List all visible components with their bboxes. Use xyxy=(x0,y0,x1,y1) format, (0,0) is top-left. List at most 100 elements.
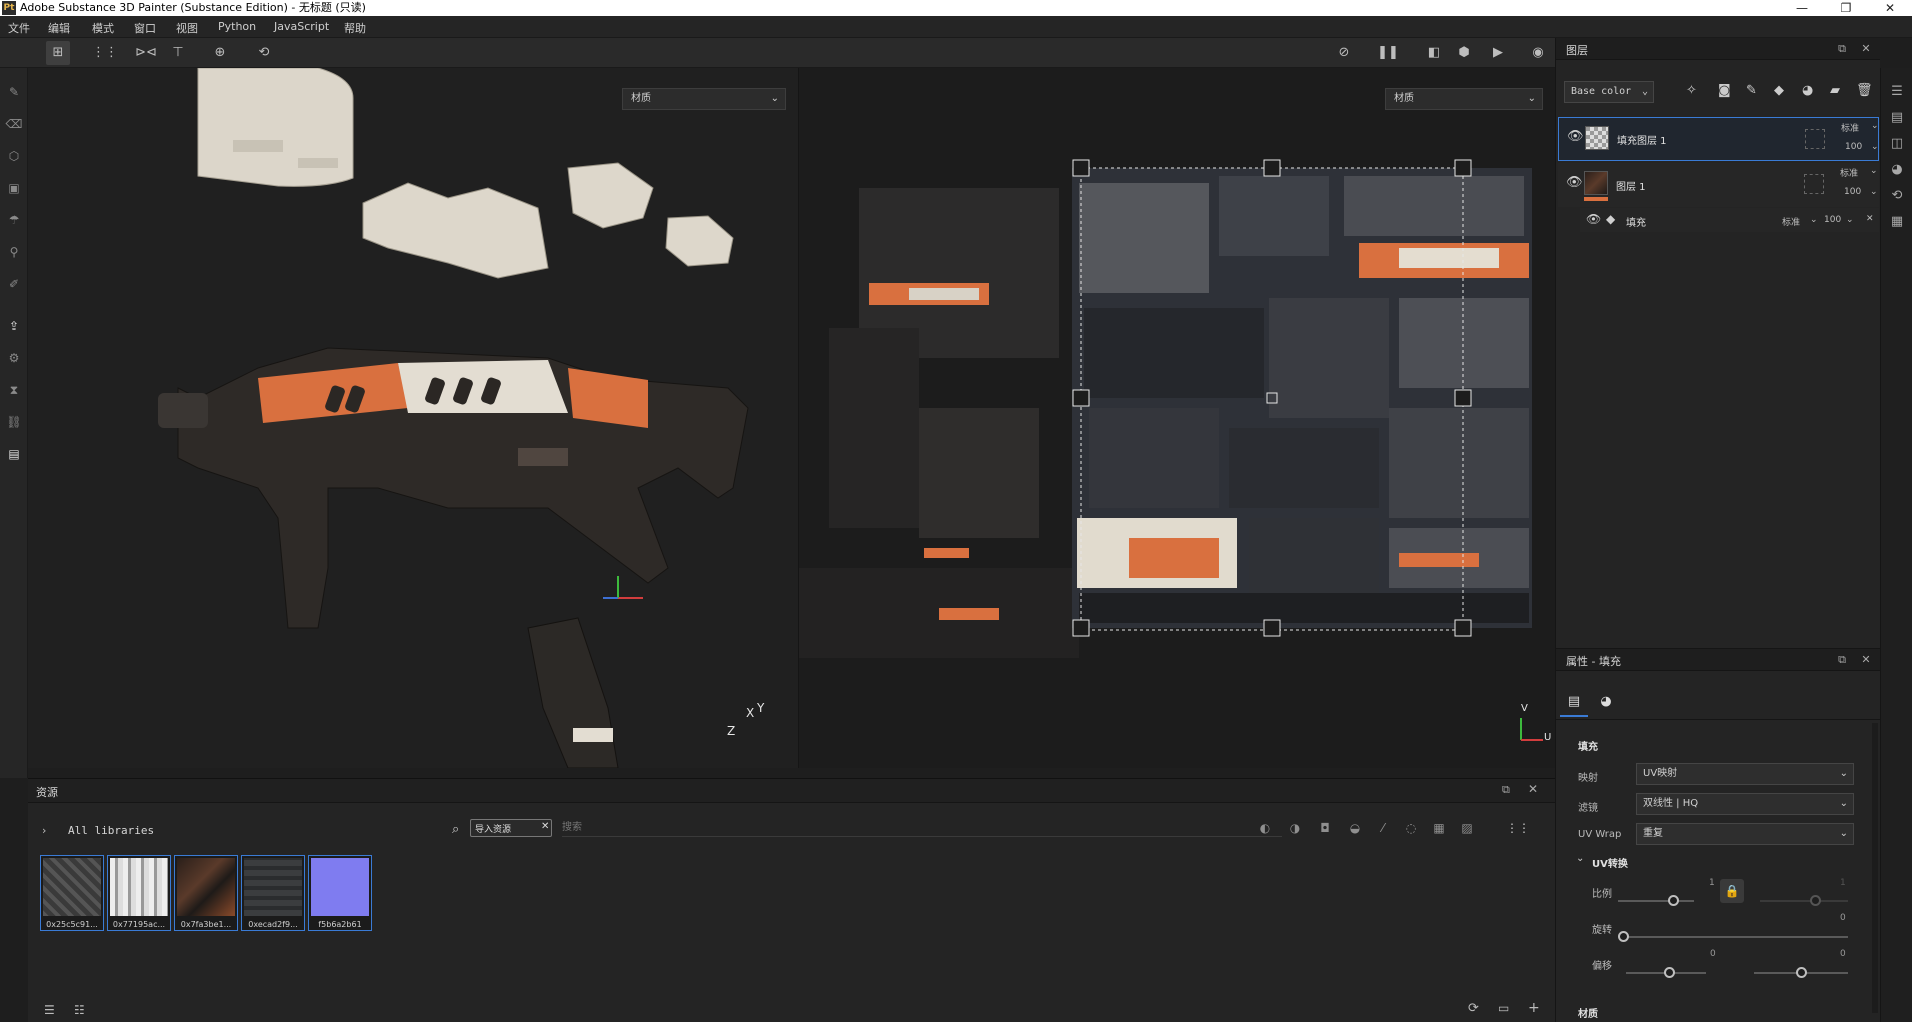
2d-uv-viewport[interactable]: 材质 ⌄ V U xyxy=(798,68,1555,768)
add-fill-layer-icon[interactable]: ◆ xyxy=(1774,83,1784,98)
scale-slider-2-track[interactable] xyxy=(1760,900,1848,902)
asset-tile[interactable]: 0xecad2f9... xyxy=(241,855,305,931)
asset-search-input[interactable] xyxy=(562,819,1282,837)
bake-export-icon[interactable]: ⇪ xyxy=(4,316,24,336)
grid-tiles-icon[interactable]: ⋮⋮ xyxy=(92,41,118,65)
close-panel-icon[interactable]: ✕ xyxy=(1858,41,1874,57)
new-folder-icon[interactable]: ▭ xyxy=(1498,1001,1509,1015)
screenshot-camera-icon[interactable]: ◉ xyxy=(1526,41,1550,65)
texture-filter-icon[interactable]: ▦ xyxy=(1430,819,1448,837)
layer-name[interactable]: 图层 1 xyxy=(1616,178,1646,193)
clone-stamp-icon[interactable]: ⚲ xyxy=(4,242,24,262)
menu-edit[interactable]: 编辑 xyxy=(48,20,70,36)
layer-row-fill-1[interactable]: 👁 填充图层 1 标准 ⌄ 100 ⌄ xyxy=(1558,117,1879,161)
offset-v-value[interactable]: 0 xyxy=(1840,949,1846,959)
grid-view-icon[interactable]: ⋮⋮ xyxy=(1506,819,1530,837)
menu-view[interactable]: 视图 xyxy=(176,20,198,36)
tree-view-icon[interactable]: ☷ xyxy=(74,1003,85,1017)
settings-gear-icon[interactable]: ⚙ xyxy=(4,348,24,368)
pause-icon[interactable]: ❚❚ xyxy=(1376,41,1400,65)
generator-filter-icon[interactable]: ◒ xyxy=(1346,819,1364,837)
fill-properties-tab-icon[interactable]: ▤ xyxy=(1560,689,1588,717)
asset-tile[interactable]: 0x77195ac... xyxy=(107,855,171,931)
library-selector[interactable]: All libraries xyxy=(68,824,154,837)
remove-filter-icon[interactable]: ✕ xyxy=(541,821,549,832)
smart-material-filter-icon[interactable]: ◑ xyxy=(1286,819,1304,837)
close-panel-icon[interactable]: ✕ xyxy=(1528,782,1538,796)
uvwrap-select[interactable]: 重复 ⌄ xyxy=(1636,823,1854,845)
add-folder-icon[interactable]: ▰ xyxy=(1830,83,1840,98)
scale-value-2[interactable]: 1 xyxy=(1840,878,1846,888)
add-paint-layer-icon[interactable]: ✎ xyxy=(1746,83,1757,98)
material-tab-icon[interactable]: ◕ xyxy=(1592,689,1620,717)
material-filter-icon[interactable]: ◐ xyxy=(1256,819,1274,837)
lock-ratio-icon[interactable]: 🔒 xyxy=(1720,879,1744,903)
opacity-value[interactable]: 100 xyxy=(1824,215,1841,225)
asset-tile[interactable]: f5b6a2b61 xyxy=(308,855,372,931)
log-dock-icon[interactable]: ▦ xyxy=(1887,212,1907,232)
menu-mode[interactable]: 模式 xyxy=(92,20,114,36)
float-panel-icon[interactable]: ⧉ xyxy=(1502,783,1510,797)
visibility-eye-icon[interactable]: 👁 xyxy=(1566,175,1583,190)
uv-tile-select-icon[interactable]: ⊞ xyxy=(46,41,70,65)
menu-python[interactable]: Python xyxy=(218,20,256,33)
brush-filter-icon[interactable]: ⁄ xyxy=(1374,819,1392,837)
mask-filter-icon[interactable]: ◘ xyxy=(1316,819,1334,837)
properties-scrollbar[interactable] xyxy=(1872,723,1878,1013)
hide-overlay-icon[interactable]: ⊘ xyxy=(1332,41,1356,65)
add-mask-icon[interactable]: ◙ xyxy=(1718,83,1731,98)
3d-cube-icon[interactable]: ⬢ xyxy=(1452,41,1476,65)
blend-mode[interactable]: 标准 xyxy=(1841,121,1859,134)
list-view-icon[interactable]: ☰ xyxy=(44,1003,55,1017)
filter-chip[interactable]: 导入资源 ✕ xyxy=(470,819,552,837)
color-picker-icon[interactable]: ✐ xyxy=(4,274,24,294)
minimize-button[interactable]: — xyxy=(1782,0,1822,16)
uv-transform-title[interactable]: UV转换 xyxy=(1592,855,1628,870)
close-window-button[interactable]: ✕ xyxy=(1870,0,1910,16)
channel-select[interactable]: Base color ⌄ xyxy=(1564,81,1654,103)
menu-javascript[interactable]: JavaScript xyxy=(274,20,329,33)
texture-set-dock-icon[interactable]: ▤ xyxy=(1887,108,1907,128)
layer-name[interactable]: 填充图层 1 xyxy=(1617,132,1667,147)
scale-value[interactable]: 1 xyxy=(1709,878,1715,888)
polygon-fill-icon[interactable]: ▣ xyxy=(4,178,24,198)
layer-row-paint-1[interactable]: 👁 图层 1 标准 ⌄ 100 ⌄ xyxy=(1558,163,1879,207)
environment-filter-icon[interactable]: ▨ xyxy=(1458,819,1476,837)
rotation-value[interactable]: 0 xyxy=(1840,913,1846,923)
history-icon[interactable]: ⟲ xyxy=(252,41,276,65)
eraser-icon[interactable]: ⌫ xyxy=(4,114,24,134)
menu-window[interactable]: 窗口 xyxy=(134,20,156,36)
rotation-slider-track[interactable] xyxy=(1624,936,1848,938)
camera-video-icon[interactable]: ▶ xyxy=(1486,41,1510,65)
effect-name[interactable]: 填充 xyxy=(1626,214,1646,229)
history-dock-icon[interactable]: ⟲ xyxy=(1887,186,1907,206)
opacity-value[interactable]: 100 xyxy=(1844,187,1861,197)
rotation-slider-knob[interactable] xyxy=(1618,931,1629,942)
maximize-button[interactable]: ❐ xyxy=(1826,0,1866,16)
add-smart-material-icon[interactable]: ◕ xyxy=(1802,83,1813,98)
add-effect-icon[interactable]: ✧ xyxy=(1686,83,1697,98)
scale-slider-2-knob[interactable] xyxy=(1810,895,1821,906)
shader-dock-icon[interactable]: ◕ xyxy=(1887,160,1907,180)
asset-tile[interactable]: 0x25c5c91... xyxy=(40,855,104,931)
projection-icon[interactable]: ⬡ xyxy=(4,146,24,166)
delete-layer-icon[interactable]: 🗑 xyxy=(1856,83,1873,98)
layers-dock-icon[interactable]: ☰ xyxy=(1887,82,1907,102)
hourglass-icon[interactable]: ⧗ xyxy=(4,380,24,400)
add-tile-icon[interactable]: ⊕ xyxy=(208,41,232,65)
projection-select[interactable]: UV映射 ⌄ xyxy=(1636,763,1854,785)
filter-select[interactable]: 双线性 | HQ ⌄ xyxy=(1636,793,1854,815)
effect-row-fill[interactable]: 👁 ◆ 填充 标准 ⌄ 100 ⌄ ✕ xyxy=(1580,208,1879,232)
visibility-eye-icon[interactable]: 👁 xyxy=(1567,129,1584,144)
scale-slider-track[interactable] xyxy=(1618,900,1694,902)
opacity-value[interactable]: 100 xyxy=(1845,142,1862,152)
display-settings-dock-icon[interactable]: ◫ xyxy=(1887,134,1907,154)
offset-u-value[interactable]: 0 xyxy=(1710,949,1716,959)
3d-viewport[interactable]: 材质 ⌄ X xyxy=(28,68,798,768)
add-asset-icon[interactable]: + xyxy=(1528,1000,1540,1016)
smudge-icon[interactable]: ☂ xyxy=(4,210,24,230)
split-view-icon[interactable]: ◧ xyxy=(1422,41,1446,65)
refresh-icon[interactable]: ⟳ xyxy=(1468,1001,1479,1016)
offset-u-slider-knob[interactable] xyxy=(1664,967,1675,978)
menu-help[interactable]: 帮助 xyxy=(344,20,366,36)
